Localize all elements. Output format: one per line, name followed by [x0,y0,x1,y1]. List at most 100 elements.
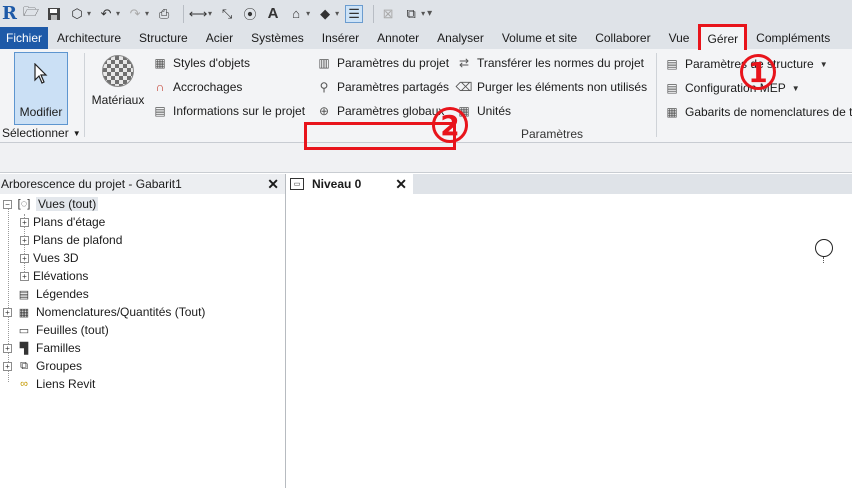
tab-volume-et-site[interactable]: Volume et site [493,27,586,49]
elevation-marker-icon[interactable] [815,239,833,257]
drawing-canvas[interactable] [287,194,852,488]
options-bar [0,143,852,173]
floor-plan-icon: ▭ [290,178,304,190]
expand-icon[interactable]: + [3,307,12,317]
tree-node-schedules[interactable]: + ▦ Nomenclatures/Quantités (Tout) [3,303,205,321]
expand-icon[interactable]: + [20,217,29,227]
view-tab-bar: ▭ Niveau 0 ✕ [287,174,852,194]
tab-structure[interactable]: Structure [130,27,197,49]
object-styles-button[interactable]: ▦ Styles d'objets [152,53,250,73]
measure-dropdown-icon[interactable]: ▾ [208,9,212,18]
tab-collaborer[interactable]: Collaborer [586,27,659,49]
sync-dropdown-icon[interactable]: ▾ [87,9,91,18]
close-icon[interactable]: ✕ [395,176,407,193]
collapse-icon[interactable]: − [3,199,12,209]
mep-settings-icon: ▤ [666,81,678,95]
close-hidden-icon[interactable]: ⊠ [379,5,397,23]
project-parameters-icon: ▥ [318,56,330,70]
tree-node-label: Groupes [36,359,83,373]
tab-fichier[interactable]: Fichier [0,27,49,49]
shared-parameters-label: Paramètres partagés [337,80,450,94]
chevron-down-icon: ▼ [791,83,800,93]
tree-node-legends[interactable]: ▤ Légendes [16,285,89,303]
project-info-button[interactable]: ▤ Informations sur le projet [152,101,305,121]
units-label: Unités [477,104,512,118]
expand-icon[interactable]: + [20,271,29,281]
magnet-icon: ∩ [155,80,165,94]
tag-icon[interactable]: ⦿ [241,5,259,23]
tab-analyser[interactable]: Analyser [428,27,493,49]
shared-parameters-icon: ⚲ [319,80,329,94]
tree-node-ceiling-plans[interactable]: + Plans de plafond [20,231,122,249]
step-1-marker: 1 [740,54,776,90]
tree-node-revit-links[interactable]: ∞ Liens Revit [16,375,95,393]
tree-node-label: Feuilles (tout) [36,323,109,337]
tab-systemes[interactable]: Systèmes [242,27,313,49]
folder-open-icon[interactable]: 🗁 [22,4,40,23]
section-dropdown-icon[interactable]: ▾ [335,9,339,18]
sheet-icon: ▭ [18,324,30,337]
chevron-down-icon: ▼ [819,59,828,69]
revit-logo[interactable]: R [2,3,17,24]
undo-dropdown-icon[interactable]: ▾ [116,9,120,18]
tree-node-3d-views[interactable]: + Vues 3D [20,249,79,267]
thin-lines-icon[interactable]: ☰ [345,4,364,23]
tree-node-families[interactable]: + ▜ Familles [3,339,81,357]
select-dropdown[interactable]: Sélectionner ▼ [2,126,81,140]
expand-icon[interactable]: + [20,235,29,245]
transfer-standards-button[interactable]: ⇄ Transférer les normes du projet [456,53,644,73]
dimension-icon[interactable]: ⤡ [218,5,236,23]
tab-complements[interactable]: Compléments [747,27,839,49]
section-icon[interactable]: ◆ [316,5,334,23]
snaps-button[interactable]: ∩ Accrochages [152,77,243,97]
print-icon[interactable]: ⎙ [155,5,173,23]
expand-icon[interactable]: + [20,253,29,263]
tab-niveau-0[interactable]: ▭ Niveau 0 ✕ [287,174,413,194]
mep-settings-button[interactable]: ▤ Configuration MEP ▼ [664,78,800,98]
redo-dropdown-icon[interactable]: ▾ [145,9,149,18]
snaps-label: Accrochages [173,80,243,94]
views-icon: [◌] [17,198,31,210]
undo-icon[interactable]: ↶ [97,5,115,23]
3d-view-dropdown-icon[interactable]: ▾ [306,9,310,18]
project-browser: Arborescence du projet - Gabarit1 ✕ − [◌… [0,174,286,488]
ribbon-panel: Modifier Sélectionner ▼ Matériaux ▦ Styl… [0,49,852,150]
global-parameters-label: Paramètres globaux [337,104,445,118]
modify-label: Modifier [19,105,63,119]
save-icon[interactable] [45,5,63,23]
close-icon[interactable]: ✕ [267,176,279,193]
switch-windows-icon[interactable]: ⧉ [402,5,420,23]
tree-node-views[interactable]: − [◌] Vues (tout) [3,195,99,213]
panel-divider [84,53,85,137]
expand-icon[interactable]: + [3,361,12,371]
global-parameters-button[interactable]: ⊕ Paramètres globaux [316,101,444,121]
tab-acier[interactable]: Acier [197,27,242,49]
sync-icon[interactable]: ⬡ [68,5,86,23]
tree-node-elevations[interactable]: + Elévations [20,267,88,285]
tab-architecture[interactable]: Architecture [48,27,130,49]
customize-icon[interactable]: ▾ [427,8,432,19]
tree-node-label: Familles [36,341,81,355]
schedule-templates-button[interactable]: ▦ Gabarits de nomenclatures de ta [664,102,852,122]
tab-annoter[interactable]: Annoter [368,27,428,49]
purge-icon: ⌫ [455,80,473,94]
transfer-standards-label: Transférer les normes du projet [477,56,644,70]
switch-windows-dropdown-icon[interactable]: ▾ [421,9,425,18]
shared-parameters-button[interactable]: ⚲ Paramètres partagés [316,77,449,97]
measure-icon[interactable]: ⟷ [189,5,208,23]
materials-label: Matériaux [91,93,145,107]
project-parameters-button[interactable]: ▥ Paramètres du projet [316,53,449,73]
tree-node-floor-plans[interactable]: + Plans d'étage [20,213,105,231]
text-icon[interactable]: A [264,5,282,23]
redo-icon[interactable]: ↷ [126,5,144,23]
tree-node-groups[interactable]: + ⧉ Groupes [3,357,82,375]
expand-icon[interactable]: + [3,343,12,353]
tree-node-sheets[interactable]: ▭ Feuilles (tout) [16,321,109,339]
materials-button[interactable]: Matériaux [88,53,148,123]
tab-vue[interactable]: Vue [660,27,699,49]
modify-button[interactable]: Modifier [14,52,68,125]
tab-inserer[interactable]: Insérer [313,27,368,49]
3d-view-icon[interactable]: ⌂ [287,5,305,23]
purge-unused-button[interactable]: ⌫ Purger les éléments non utilisés [455,77,648,97]
tab-gerer[interactable]: Gérer [698,24,748,50]
